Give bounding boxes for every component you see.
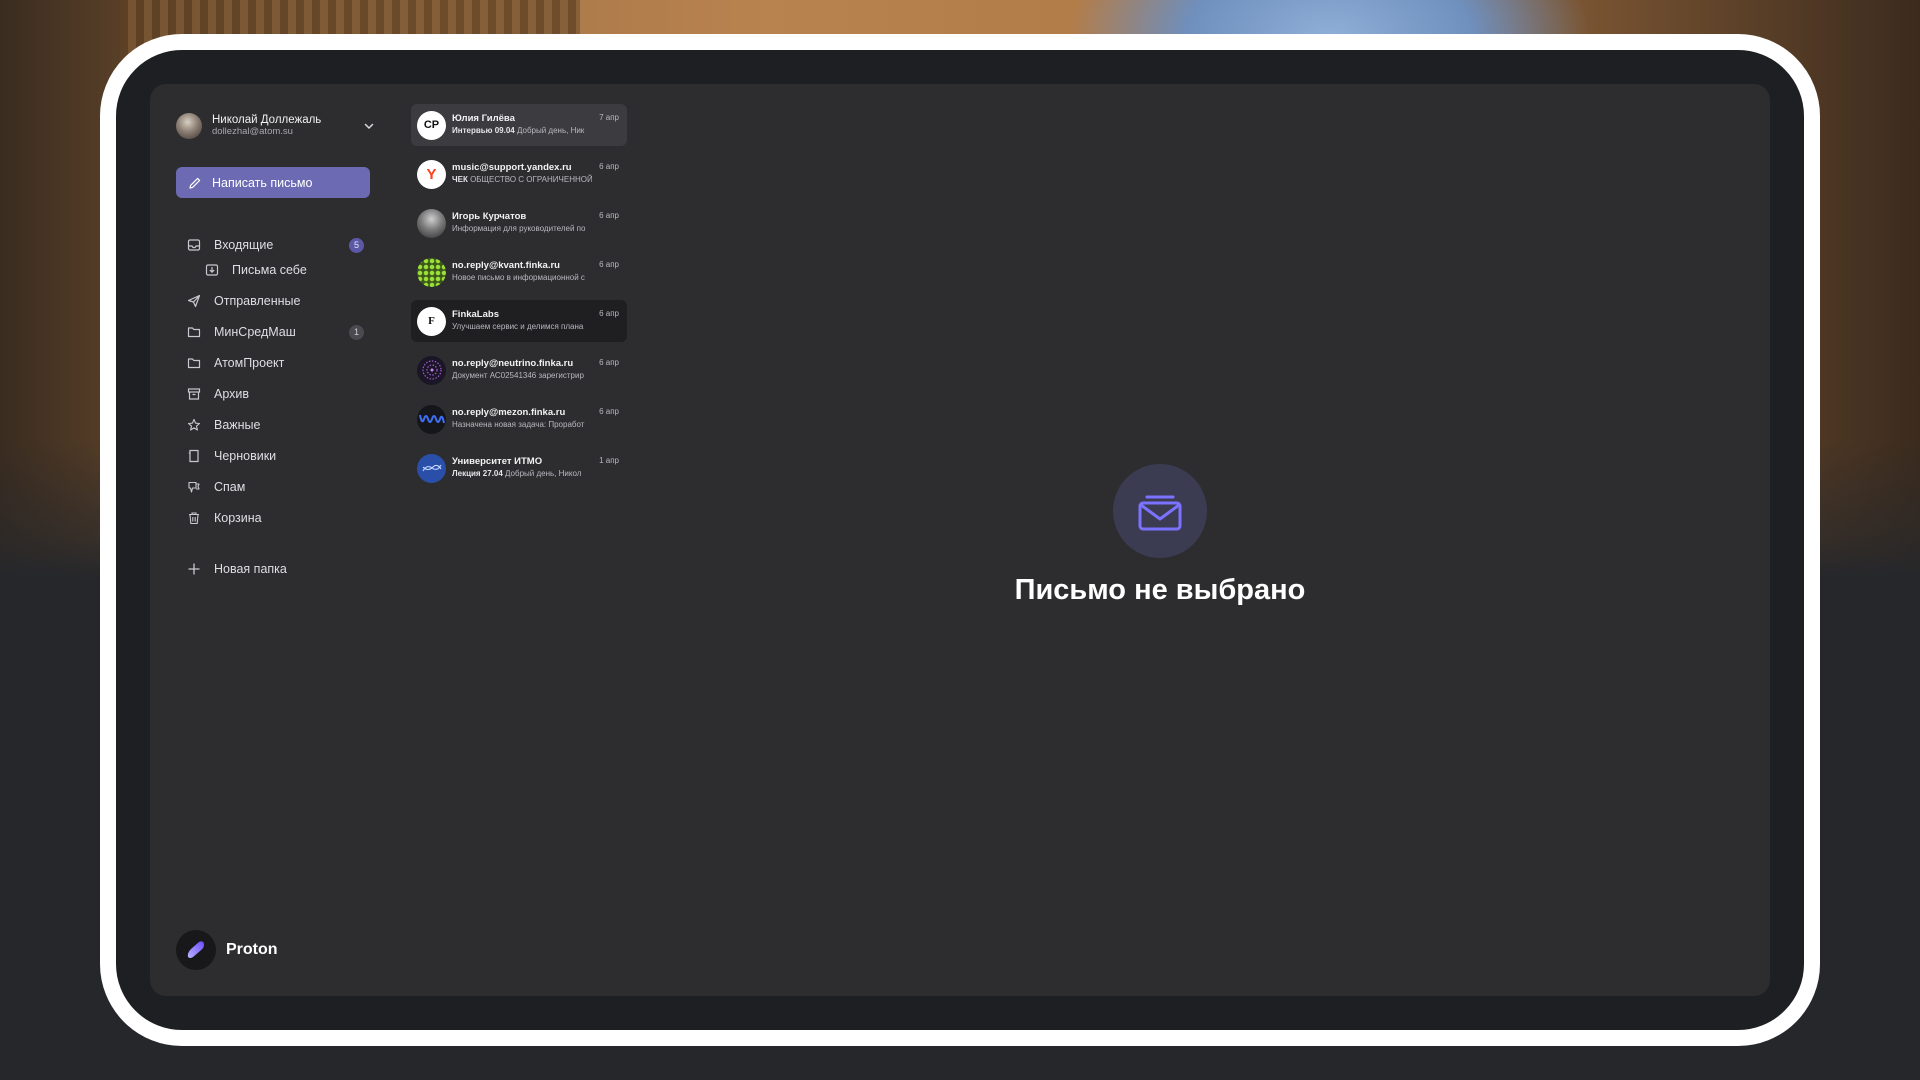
mail-sender: Юлия Гилёва (452, 113, 515, 124)
mail-preview: Добрый день, Никол (505, 469, 582, 478)
finkalabs-logo-icon: F (417, 306, 446, 336)
neutrino-logo-icon (417, 355, 446, 385)
cp-logo-icon: CP (417, 110, 446, 140)
empty-state-text: Письмо не выбрано (1014, 574, 1306, 606)
mail-sender: no.reply@kvant.finka.ru (452, 260, 560, 271)
mail-preview: Документ АС02541346 зарегистрир (452, 371, 584, 380)
sidebar-item-label: Архив (214, 387, 250, 401)
sidebar-item-label: Входящие (214, 238, 274, 252)
mail-date: 1 апр (599, 456, 619, 465)
sidebar-item-label: Черновики (214, 449, 277, 463)
sidebar-item-sent[interactable]: Отправленные (176, 288, 370, 314)
person-photo-icon (417, 208, 446, 238)
mail-subject: ЧЕК (452, 175, 468, 184)
mail-item[interactable]: no.reply@neutrino.finka.ru Документ АС02… (411, 349, 627, 391)
folder-icon (186, 324, 202, 340)
sidebar-item-label: АтомПроект (214, 356, 285, 370)
compose-button[interactable]: Написать письмо (176, 167, 370, 198)
sidebar-item-label: Спам (214, 480, 246, 494)
star-icon (186, 417, 202, 433)
pencil-icon (189, 177, 201, 189)
mail-date: 6 апр (599, 358, 619, 367)
mail-sender: FinkaLabs (452, 309, 499, 320)
sidebar-item-atomproekt[interactable]: АтомПроект (176, 350, 370, 376)
plus-icon (186, 561, 202, 577)
account-info: Николай Доллежаль dollezhal@atom.su (212, 114, 322, 137)
empty-state: Письмо не выбрано (1000, 464, 1320, 607)
mail-preview: Добрый день, Ник (516, 126, 585, 135)
mail-subject: Лекция 27.04 (452, 469, 503, 478)
mezon-logo-icon (417, 404, 446, 434)
mail-preview: ОБЩЕСТВО С ОГРАНИЧЕННОЙ (470, 175, 592, 184)
sidebar-item-label: Письма себе (232, 263, 307, 277)
mail-app-screen: Николай Доллежаль dollezhal@atom.su Напи… (150, 84, 1770, 996)
sidebar-item-archive[interactable]: Архив (176, 381, 370, 407)
mail-date: 7 апр (599, 113, 619, 122)
mail-item[interactable]: no.reply@kvant.finka.ru Новое письмо в и… (411, 251, 627, 293)
chevron-down-icon[interactable] (362, 119, 376, 133)
yandex-logo-icon: Y (417, 159, 446, 189)
mail-preview: Улучшаем сервис и делимся плана (452, 322, 584, 331)
folder-icon (186, 355, 202, 371)
mail-sender: no.reply@neutrino.finka.ru (452, 358, 574, 369)
mail-subject: Интервью 09.04 (452, 126, 515, 135)
account-email: dollezhal@atom.su (212, 126, 293, 137)
sidebar-item-label: Новая папка (214, 562, 287, 576)
mail-preview: Назначена новая задача: Проработ (452, 420, 585, 429)
unread-count-badge: 5 (349, 238, 364, 253)
sidebar-item-minsredmash[interactable]: МинСредМаш 1 (176, 319, 370, 345)
self-mail-icon (204, 262, 220, 278)
sidebar-item-label: Важные (214, 418, 261, 432)
unread-count-badge: 1 (349, 325, 364, 340)
mail-preview: Новое письмо в информационной с (452, 273, 585, 282)
envelope-icon (1113, 464, 1207, 558)
sidebar-item-spam[interactable]: Спам (176, 474, 370, 500)
spam-icon (186, 479, 202, 495)
mail-date: 6 апр (599, 211, 619, 220)
itmo-logo-icon (417, 453, 446, 483)
sidebar-item-label: Корзина (214, 511, 262, 525)
sidebar-item-label: МинСредМаш (214, 325, 296, 339)
mail-sender: Университет ИТМО (452, 456, 543, 467)
new-folder-button[interactable]: Новая папка (176, 556, 370, 582)
inbox-icon (186, 237, 202, 253)
mail-date: 6 апр (599, 162, 619, 171)
archive-icon (186, 386, 202, 402)
mail-date: 6 апр (599, 309, 619, 318)
mail-sender: no.reply@mezon.finka.ru (452, 407, 566, 418)
sidebar-item-label: Отправленные (214, 294, 301, 308)
draft-icon (186, 448, 202, 464)
mail-item[interactable]: Университет ИТМО Лекция 27.04 Добрый ден… (411, 447, 627, 489)
send-icon (186, 293, 202, 309)
mail-date: 6 апр (599, 407, 619, 416)
sidebar-item-inbox[interactable]: Входящие 5 (176, 232, 370, 258)
avatar (176, 113, 202, 139)
mail-preview-line: Интервью 09.04 Добрый день, Ник (452, 125, 592, 137)
kvant-logo-icon (417, 257, 446, 287)
account-switcher[interactable]: Николай Доллежаль dollezhal@atom.su (176, 110, 376, 142)
sidebar-item-starred[interactable]: Важные (176, 412, 370, 438)
mail-sender: music@support.yandex.ru (452, 162, 572, 173)
proton-logo-icon (176, 930, 216, 970)
sidebar-item-self-mail[interactable]: Письма себе (176, 257, 370, 283)
brand: Proton (176, 930, 278, 970)
mail-item[interactable]: F FinkaLabs Улучшаем сервис и делимся пл… (411, 300, 627, 342)
brand-name: Proton (226, 941, 278, 958)
compose-label: Написать письмо (212, 175, 313, 190)
trash-icon (186, 510, 202, 526)
mail-preview-line: Лекция 27.04 Добрый день, Никол (452, 468, 592, 480)
mail-sender: Игорь Курчатов (452, 211, 527, 222)
sidebar-item-drafts[interactable]: Черновики (176, 443, 370, 469)
mail-item[interactable]: Y music@support.yandex.ru ЧЕК ОБЩЕСТВО С… (411, 153, 627, 195)
mail-item[interactable]: CP Юлия Гилёва Интервью 09.04 Добрый ден… (411, 104, 627, 146)
mail-date: 6 апр (599, 260, 619, 269)
mail-preview-line: ЧЕК ОБЩЕСТВО С ОГРАНИЧЕННОЙ (452, 174, 592, 186)
account-name: Николай Доллежаль (212, 114, 322, 126)
sidebar: Николай Доллежаль dollezhal@atom.su Напи… (150, 84, 390, 996)
mail-preview: Информация для руководителей по (452, 224, 586, 233)
mail-item[interactable]: no.reply@mezon.finka.ru Назначена новая … (411, 398, 627, 440)
mail-item[interactable]: Игорь Курчатов Информация для руководите… (411, 202, 627, 244)
sidebar-item-trash[interactable]: Корзина (176, 505, 370, 531)
